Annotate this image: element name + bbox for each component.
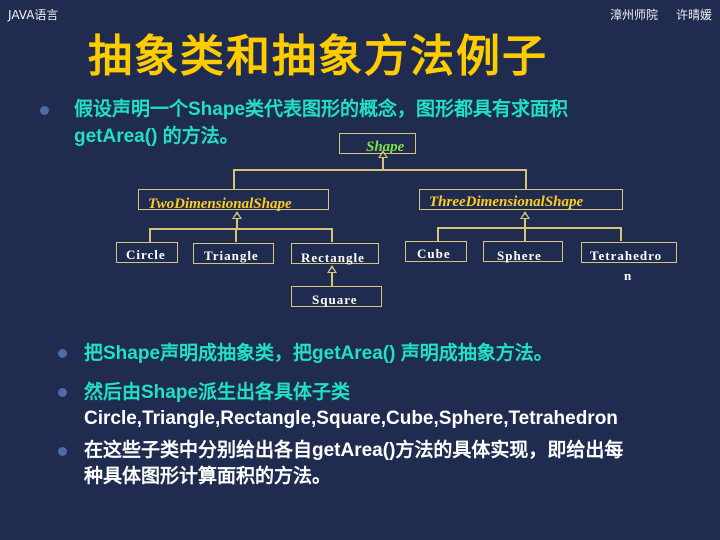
rectangle-class-label: Rectangle <box>301 250 365 265</box>
connector-line <box>331 228 333 242</box>
connector-line <box>524 227 526 241</box>
connector-line <box>620 227 622 241</box>
bullet-3-line-2: Circle,Triangle,Rectangle,Square,Cube,Sp… <box>84 408 618 429</box>
connector-line <box>233 169 526 171</box>
connector-line <box>233 169 235 189</box>
connector-line <box>331 273 333 286</box>
tetrahedron-class-label: Tetrahedro <box>590 248 663 263</box>
course-label: JAVA语言 <box>8 8 59 22</box>
inheritance-arrow-icon <box>378 150 388 158</box>
connector-line <box>382 158 384 169</box>
bullet-icon <box>58 447 67 456</box>
inheritance-arrow-icon <box>327 265 337 273</box>
sphere-class-label: Sphere <box>497 248 542 263</box>
inheritance-arrow-icon <box>520 211 530 219</box>
connector-line <box>149 228 151 242</box>
triangle-class-label: Triangle <box>204 248 259 263</box>
bullet-1-line-1: 假设声明一个Shape类代表图形的概念，图形都具有求面积 <box>74 99 569 120</box>
tetrahedron-class-label-overflow: n <box>624 268 633 283</box>
connector-line <box>235 228 237 242</box>
bullet-4-line-1: 在这些子类中分别给出各自getArea()方法的具体实现，即给出每 <box>84 440 624 461</box>
bullet-2-line-1: 把Shape声明成抽象类，把getArea() 声明成抽象方法。 <box>84 343 553 364</box>
three-dimensional-shape-label: ThreeDimensionalShape <box>429 194 584 210</box>
cube-class-label: Cube <box>417 246 451 261</box>
connector-line <box>437 227 439 241</box>
connector-line <box>149 228 332 230</box>
two-dimensional-shape-label: TwoDimensionalShape <box>148 196 292 212</box>
bullet-icon <box>58 349 67 358</box>
connector-line <box>525 169 527 189</box>
author-label: 许晴媛 <box>675 8 712 22</box>
school-label: 漳州师院 <box>609 8 658 22</box>
circle-class-label: Circle <box>126 247 166 262</box>
bullet-icon <box>58 388 67 397</box>
bullet-icon <box>40 106 49 115</box>
slide-title: 抽象类和抽象方法例子 <box>88 31 548 82</box>
connector-line <box>437 227 621 229</box>
bullet-4-line-2: 种具体图形计算面积的方法。 <box>84 466 332 487</box>
bullet-1-line-2: getArea() 的方法。 <box>74 126 239 147</box>
square-class-label: Square <box>312 292 358 307</box>
bullet-3-line-1: 然后由Shape派生出各具体子类 <box>84 382 351 403</box>
inheritance-arrow-icon <box>232 211 242 219</box>
